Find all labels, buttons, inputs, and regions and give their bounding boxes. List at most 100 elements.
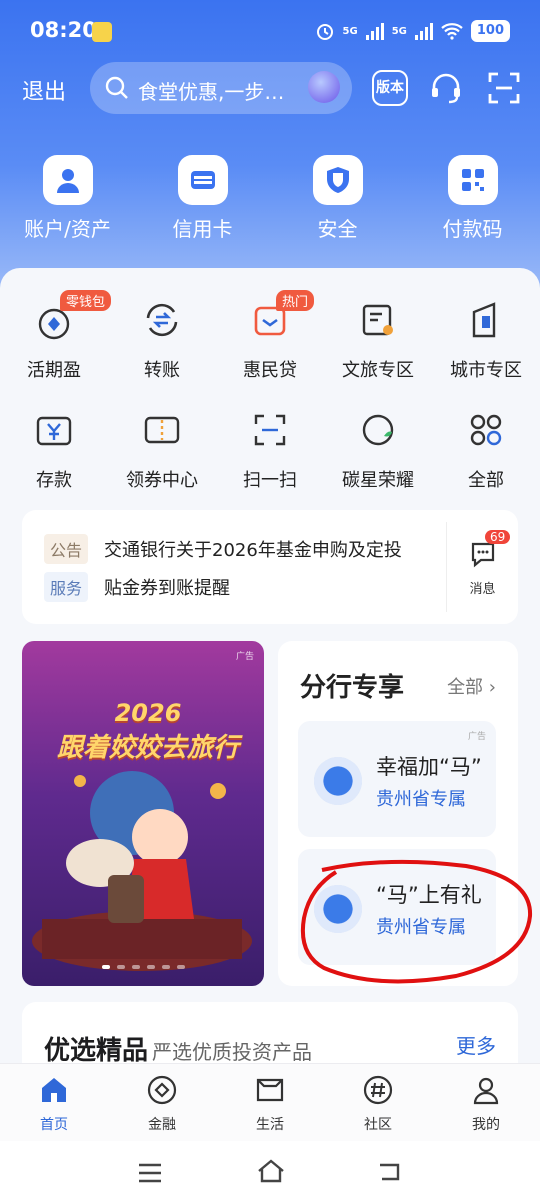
banner-illustration (32, 771, 252, 971)
branch-item-title: 幸福加“马” (376, 755, 482, 779)
network-label-2: 5G (391, 25, 407, 37)
qr-code-icon (447, 155, 498, 205)
promo-banner[interactable]: 广告 2026 跟着姣姣去旅行 (22, 641, 264, 986)
tab-label: 社区 (364, 1117, 392, 1133)
life-icon (256, 1078, 284, 1102)
battery-indicator: 100 (470, 20, 510, 42)
building-icon (472, 302, 496, 338)
scroll-icon (362, 304, 393, 336)
service-label: 城市专区 (450, 360, 522, 381)
bottom-tab-bar: 首页 金融 生活 社区 我的 (0, 1063, 540, 1141)
message-icon (471, 542, 494, 568)
quick-action-credit-card[interactable]: 信用卡 (135, 155, 270, 242)
quick-action-payment-code[interactable]: 付款码 (405, 155, 540, 242)
tab-community[interactable]: 社区 (324, 1064, 432, 1141)
logout-button[interactable]: 退出 (22, 74, 66, 106)
service-deposit[interactable]: 存款 (0, 408, 108, 492)
search-icon (105, 76, 128, 99)
tab-home[interactable]: 首页 (0, 1064, 108, 1141)
search-placeholder: 食堂优惠,一步… (138, 80, 285, 104)
service-label: 领券中心 (126, 470, 198, 491)
customer-service-icon[interactable] (428, 70, 464, 106)
transfer-icon (146, 303, 178, 337)
status-icons: 5G 5G 100 (315, 20, 510, 42)
branch-item-happiness[interactable]: 广告 幸福加“马” 贵州省专属 (298, 721, 496, 837)
branch-all-label: 全部 (447, 677, 484, 698)
service-label: 惠民贷 (243, 360, 297, 381)
finance-icon (147, 1075, 177, 1105)
card-icon (177, 155, 228, 205)
messages-label: 消息 (469, 582, 496, 597)
tab-mine[interactable]: 我的 (432, 1064, 540, 1141)
service-carbon-star[interactable]: 碳星荣耀 (324, 408, 432, 492)
tab-label: 生活 (256, 1117, 284, 1133)
network-label-1: 5G (342, 25, 358, 37)
tab-label: 金融 (148, 1117, 176, 1133)
service-city-zone[interactable]: 城市专区 (432, 298, 540, 382)
signal-icon-2 (414, 22, 433, 40)
quick-action-security[interactable]: 安全 (270, 155, 405, 242)
search-input[interactable]: 食堂优惠,一步… (90, 62, 352, 114)
service-label: 碳星荣耀 (342, 470, 414, 491)
home-icon (42, 1078, 66, 1102)
voice-assistant-icon[interactable] (308, 71, 340, 103)
grid-icon (470, 414, 502, 446)
service-huiminloan[interactable]: 热门 惠民贷 (216, 290, 324, 382)
notice-row-announcement[interactable]: 公告 交通银行关于2026年基金申购及定投 (44, 534, 430, 564)
status-time: 08:20 (30, 18, 97, 42)
ad-label: 广告 (467, 732, 486, 742)
person-icon (42, 155, 93, 205)
home-nav-icon[interactable] (256, 1157, 286, 1185)
back-icon[interactable] (376, 1159, 404, 1185)
status-bar: 08:20 5G 5G 100 (0, 14, 540, 48)
menu-icon[interactable] (136, 1161, 164, 1185)
notice-card: 公告 交通银行关于2026年基金申购及定投 服务 贴金券到账提醒 69 消息 (22, 510, 518, 624)
badge-hot: 热门 (276, 290, 315, 311)
coupon-icon (144, 416, 180, 444)
notice-tag: 公告 (44, 534, 89, 564)
bank-coin-icon (314, 757, 362, 805)
service-label: 全部 (468, 470, 504, 491)
tab-finance[interactable]: 金融 (108, 1064, 216, 1141)
quick-action-label: 信用卡 (172, 217, 233, 241)
annotation-circle (301, 859, 533, 984)
quick-action-label: 付款码 (442, 217, 503, 241)
service-label: 转账 (144, 360, 180, 381)
service-coupon-center[interactable]: 领券中心 (108, 408, 216, 492)
service-culture-tourism[interactable]: 文旅专区 (324, 298, 432, 382)
messages-button[interactable]: 69 消息 (446, 522, 518, 612)
user-icon (473, 1077, 499, 1105)
scan-corner-icon[interactable] (486, 70, 522, 106)
tab-label: 首页 (40, 1117, 68, 1133)
quick-action-account[interactable]: 账户/资产 (0, 155, 135, 242)
app-notification-icon (92, 22, 112, 42)
notice-tag: 服务 (44, 572, 89, 602)
tab-life[interactable]: 生活 (216, 1064, 324, 1141)
notice-text: 贴金券到账提醒 (104, 578, 231, 599)
service-scan[interactable]: 扫一扫 (216, 408, 324, 492)
quick-action-label: 账户/资产 (24, 217, 111, 241)
badge-lingqianbao: 零钱包 (60, 290, 112, 311)
version-button[interactable]: 版本 (372, 70, 408, 106)
branch-all-link[interactable]: 全部 › (447, 673, 496, 699)
deposit-icon (36, 416, 72, 446)
branch-item-subtitle: 贵州省专属 (376, 789, 466, 810)
service-huoqiying[interactable]: 零钱包 活期盈 (0, 290, 112, 382)
tab-label: 我的 (472, 1117, 500, 1133)
branch-title: 分行专享 (300, 673, 405, 703)
shield-icon (312, 155, 363, 205)
signal-icon (365, 22, 384, 40)
more-link[interactable]: 更多 (456, 1030, 496, 1059)
message-count-badge: 69 (485, 530, 511, 544)
quick-action-label: 安全 (317, 217, 358, 241)
notice-text: 交通银行关于2026年基金申购及定投 (104, 540, 402, 561)
alarm-icon (316, 24, 333, 40)
service-label: 活期盈 (27, 360, 81, 381)
wifi-icon (441, 23, 463, 40)
system-nav-bar (0, 1141, 540, 1204)
service-label: 扫一扫 (243, 470, 297, 491)
notice-row-service[interactable]: 服务 贴金券到账提醒 (44, 572, 430, 602)
service-all[interactable]: 全部 (432, 408, 540, 492)
service-transfer[interactable]: 转账 (108, 298, 216, 382)
chevron-right-icon: › (488, 677, 496, 698)
